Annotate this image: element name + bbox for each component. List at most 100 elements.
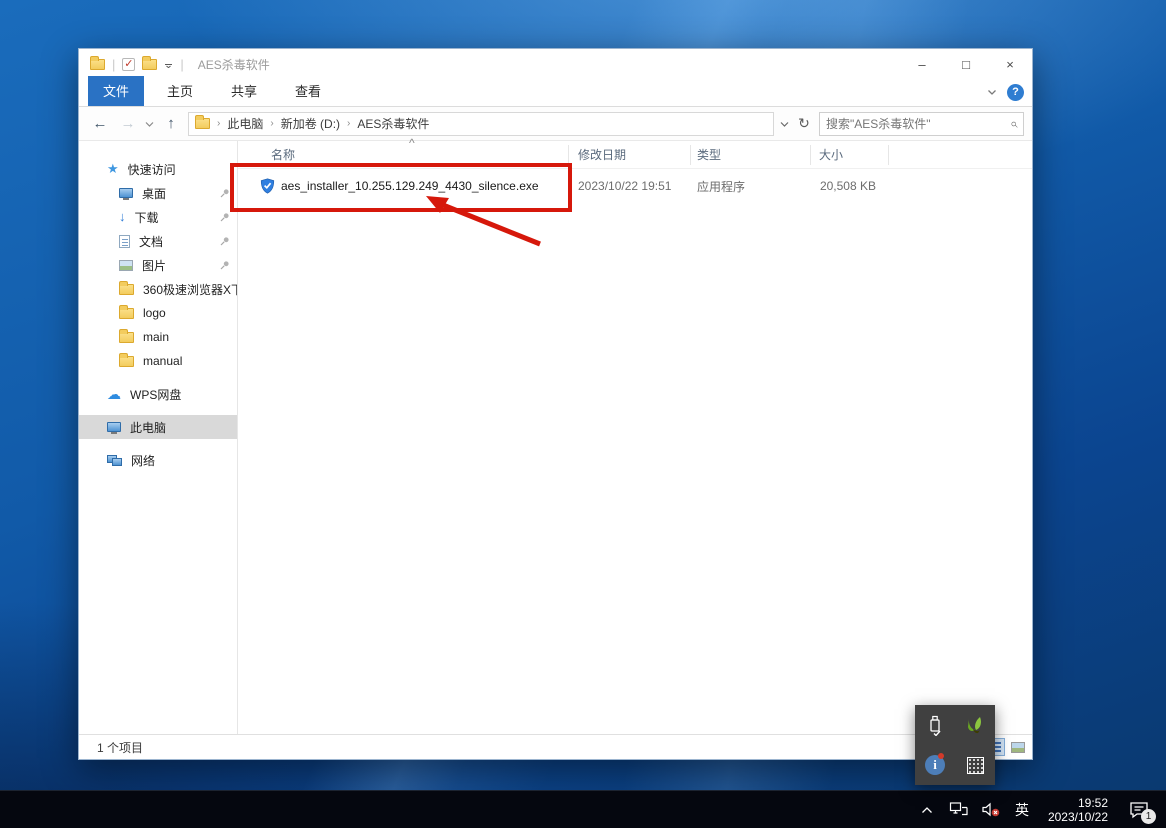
safely-remove-hardware-tray-icon[interactable] <box>915 705 955 745</box>
forward-button[interactable]: → <box>117 115 139 132</box>
thumbnail-view-icon <box>1010 741 1025 753</box>
crumb-separator-icon: › <box>217 118 221 129</box>
sidebar-item-documents[interactable]: 文档 <box>79 229 237 253</box>
navigation-pane: ★ 快速访问 桌面 ↓ 下载 文档 图片 360极速浏览器X logo main… <box>79 141 238 734</box>
grid-tray-icon[interactable] <box>955 745 995 785</box>
tab-home[interactable]: 主页 <box>152 76 208 106</box>
crumb-separator-icon: › <box>347 118 351 129</box>
column-headers: ^ 名称 修改日期 类型 大小 <box>238 136 1032 169</box>
window-title: AES杀毒软件 <box>197 57 270 72</box>
address-row: ← → ↑ › 此电脑 › 新加卷 (D:) › AES杀毒软件 ↻ ⌕ <box>79 107 1032 141</box>
folder-icon <box>119 304 134 319</box>
clock-time: 19:52 <box>1077 795 1108 810</box>
ribbon-right-controls: ? <box>987 83 1024 101</box>
column-header-date[interactable]: 修改日期 <box>569 144 691 165</box>
sidebar-item-network[interactable]: 网络 <box>79 448 237 472</box>
explorer-window: | ✓ | AES杀毒软件 – □ × 文件 主页 共享 查看 ? ← → ↑ … <box>78 48 1033 760</box>
separator: | <box>112 56 116 72</box>
properties-icon[interactable]: ✓ <box>122 57 136 71</box>
crumb-separator-icon: › <box>270 118 274 129</box>
breadcrumb-this-pc[interactable]: 此电脑 <box>227 115 263 132</box>
new-folder-icon[interactable] <box>142 55 158 70</box>
expand-ribbon-chevron-icon[interactable] <box>987 83 997 101</box>
folder-icon <box>119 352 134 367</box>
pin-icon <box>220 211 230 225</box>
tab-file[interactable]: 文件 <box>88 76 145 106</box>
location-folder-icon <box>195 115 210 129</box>
file-date-cell: 2023/10/22 19:51 <box>578 179 672 193</box>
downloads-icon: ↓ <box>119 209 126 224</box>
breadcrumb-current-folder[interactable]: AES杀毒软件 <box>357 115 429 132</box>
minimize-button[interactable]: – <box>900 49 944 79</box>
taskbar: 英 19:52 2023/10/22 1 <box>0 790 1166 828</box>
file-name-cell[interactable]: aes_installer_10.255.129.249_4430_silenc… <box>248 178 569 194</box>
tab-share[interactable]: 共享 <box>216 76 272 106</box>
pin-icon <box>220 187 230 201</box>
caption-buttons: – □ × <box>900 49 1032 79</box>
quick-access-star-icon: ★ <box>107 161 119 176</box>
file-row[interactable]: aes_installer_10.255.129.249_4430_silenc… <box>238 171 1032 201</box>
file-type-cell: 应用程序 <box>697 179 746 194</box>
ribbon-tabs: 文件 主页 共享 查看 ? <box>79 76 1032 107</box>
help-button[interactable]: ? <box>1007 83 1024 101</box>
clock[interactable]: 19:52 2023/10/22 <box>1042 796 1114 824</box>
item-count: 1 个项目 <box>97 740 144 755</box>
separator: | <box>180 56 184 72</box>
search-box[interactable]: ⌕ <box>819 111 1024 136</box>
tab-view[interactable]: 查看 <box>280 76 336 106</box>
status-bar: 1 个项目 <box>79 734 1032 759</box>
show-hidden-icons-chevron-icon[interactable] <box>916 798 938 822</box>
clock-date: 2023/10/22 <box>1047 809 1108 824</box>
sidebar-item-logo[interactable]: logo <box>79 301 237 325</box>
network-icon <box>107 454 122 466</box>
tray-overflow-flyout: i <box>915 705 995 785</box>
sidebar-item-pictures[interactable]: 图片 <box>79 253 237 277</box>
pin-icon <box>220 259 230 273</box>
cloud-icon: ☁ <box>107 386 121 402</box>
column-header-name[interactable]: ^ 名称 <box>248 136 569 165</box>
sidebar-item-manual[interactable]: manual <box>79 349 237 373</box>
action-center-button[interactable]: 1 <box>1124 797 1156 824</box>
sidebar-item-360-download[interactable]: 360极速浏览器X下载 <box>79 277 237 301</box>
maximize-button[interactable]: □ <box>944 49 988 79</box>
ime-language-indicator[interactable]: 英 <box>1012 798 1032 822</box>
sidebar-item-main[interactable]: main <box>79 325 237 349</box>
breadcrumb-drive-d[interactable]: 新加卷 (D:) <box>281 115 340 132</box>
sidebar-item-quick-access[interactable]: ★ 快速访问 <box>79 157 237 181</box>
sidebar-item-this-pc[interactable]: 此电脑 <box>79 415 237 439</box>
volume-muted-tray-icon[interactable] <box>980 798 1002 822</box>
shield-exe-icon <box>260 178 275 194</box>
sort-ascending-icon: ^ <box>409 135 415 150</box>
this-pc-icon <box>107 422 121 434</box>
column-header-size[interactable]: 大小 <box>811 144 889 165</box>
column-header-type[interactable]: 类型 <box>691 144 811 165</box>
search-input[interactable] <box>826 116 1010 131</box>
thumbnail-view-button[interactable] <box>1007 738 1028 756</box>
address-dropdown-chevron-icon[interactable] <box>780 115 789 133</box>
sidebar-item-wps-cloud[interactable]: ☁ WPS网盘 <box>79 382 237 406</box>
up-button[interactable]: ↑ <box>160 115 182 132</box>
file-size-cell: 20,508 KB <box>819 179 876 193</box>
app-tray-icon[interactable] <box>955 705 995 745</box>
documents-icon <box>119 234 130 248</box>
sidebar-item-desktop[interactable]: 桌面 <box>79 181 237 205</box>
refresh-button[interactable]: ↻ <box>795 115 813 132</box>
pin-icon <box>220 235 230 249</box>
address-bar[interactable]: › 此电脑 › 新加卷 (D:) › AES杀毒软件 <box>188 111 774 136</box>
pictures-icon <box>119 259 133 271</box>
info-tray-icon[interactable]: i <box>915 745 955 785</box>
search-icon: ⌕ <box>1005 119 1021 128</box>
sidebar-item-downloads[interactable]: ↓ 下载 <box>79 205 237 229</box>
folder-icon <box>119 280 134 295</box>
titlebar: | ✓ | AES杀毒软件 – □ × <box>79 49 1032 79</box>
network-tray-icon[interactable] <box>948 798 970 822</box>
desktop-icon <box>119 188 133 200</box>
customize-qat-chevron-icon[interactable] <box>164 55 173 73</box>
window-body: ★ 快速访问 桌面 ↓ 下载 文档 图片 360极速浏览器X logo main… <box>79 136 1032 734</box>
recent-locations-chevron-icon[interactable] <box>145 115 154 133</box>
back-button[interactable]: ← <box>89 115 111 132</box>
quick-access-toolbar: | ✓ | AES杀毒软件 <box>79 55 270 73</box>
close-button[interactable]: × <box>988 49 1032 79</box>
